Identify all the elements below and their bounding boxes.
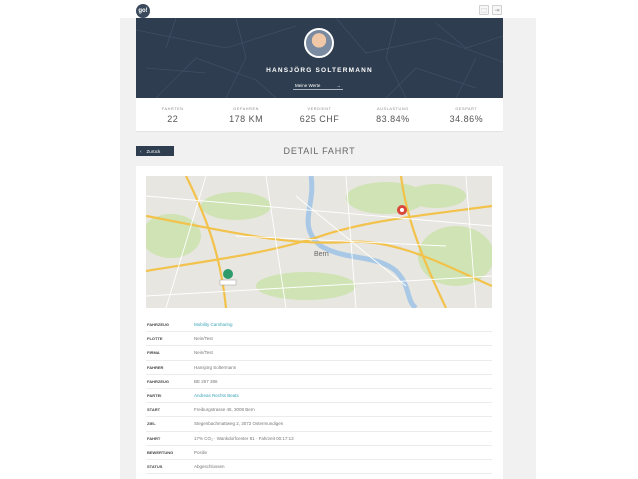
detail-key: Partei <box>147 393 162 399</box>
profile-header: HANSJÖRG SOLTERMANN Meine Werte → <box>136 18 503 98</box>
detail-key: Bewertung <box>147 449 174 455</box>
detail-key: Ziel <box>147 421 156 427</box>
detail-key: Fahrer <box>147 364 164 370</box>
detail-value: Nein/Test <box>194 350 213 356</box>
stat-label: Gefahren <box>233 107 259 111</box>
detail-key: Start <box>147 407 161 413</box>
detail-value: 17% CO₂ · Wankdorfcenter 81 · Fahrzeit 0… <box>194 435 294 441</box>
stat-saved: Gespart 34.86% <box>430 98 503 131</box>
stat-label: Fahrten <box>161 107 184 111</box>
stat-value: 22 <box>167 114 179 124</box>
stat-distance: Gefahren 178 KM <box>209 98 282 131</box>
stat-value: 625 CHF <box>299 114 340 124</box>
detail-value: Freiburgstrasse 45, 3008 Bern <box>194 407 255 413</box>
values-select-label: Meine Werte <box>295 82 321 88</box>
detail-value-link[interactable]: Andreas Rechts Beats <box>194 393 239 398</box>
ride-detail-table: Fahrzeug Mobility Carsharing Flotte Nein… <box>146 318 492 475</box>
map-canvas: Bern <box>146 176 492 308</box>
detail-row-fleet: Flotte Nein/Test <box>146 332 492 347</box>
detail-row-company: Firma Nein/Test <box>146 346 492 361</box>
chevron-right-icon: → <box>336 82 342 88</box>
stat-label: Auslastung <box>377 107 409 111</box>
detail-value: BE 257 386 <box>194 378 218 384</box>
detail-value: Hansjörg Soltermann <box>194 364 237 370</box>
detail-value: Nein/Test <box>194 336 213 342</box>
stat-value: 83.84% <box>376 114 410 124</box>
detail-row-destination: Ziel Stegenbachmattweg 2, 3072 Ostermund… <box>146 417 492 432</box>
detail-value: Stegenbachmattweg 2, 3072 Ostermundigen <box>194 421 284 427</box>
map-city-label: Bern <box>314 251 329 258</box>
detail-key: Flotte <box>147 336 163 342</box>
detail-key: Status <box>147 463 163 469</box>
values-select[interactable]: Meine Werte → <box>293 81 343 90</box>
stat-label: Verdient <box>307 107 332 111</box>
detail-key: Fahrzeug <box>147 322 169 328</box>
detail-row-plate: Fahrzeug BE 257 386 <box>146 375 492 389</box>
stat-value: 178 KM <box>229 114 264 124</box>
stat-value: 34.86% <box>449 114 484 124</box>
route-map[interactable]: Bern <box>146 176 492 308</box>
logout-icon[interactable]: ⇥ <box>492 5 502 15</box>
detail-row-rating: Bewertung Positiv <box>146 446 492 460</box>
stat-occupancy: Auslastung 83.84% <box>356 98 429 131</box>
route-end-pin[interactable] <box>397 205 407 215</box>
detail-value: Abgeschlossen <box>194 463 225 469</box>
stat-rides: Fahrten 22 <box>136 98 209 131</box>
stat-label: Gespart <box>455 107 478 111</box>
detail-key: Fahrt <box>147 435 161 441</box>
detail-value: Positiv <box>194 449 208 455</box>
detail-row-trip: Fahrt 17% CO₂ · Wankdorfcenter 81 · Fahr… <box>146 432 492 446</box>
detail-row-status: Status Abgeschlossen <box>146 460 492 475</box>
app-logo[interactable]: go! <box>136 4 150 18</box>
profile-name: HANSJÖRG SOLTERMANN <box>266 67 373 74</box>
stat-earned: Verdient 625 CHF <box>283 98 356 131</box>
detail-row-driver: Fahrer Hansjörg Soltermann <box>146 361 492 375</box>
detail-value-link[interactable]: Mobility Carsharing <box>194 322 233 327</box>
window-button-expand[interactable]: ⬚ <box>479 5 489 15</box>
page-title: DETAIL FAHRT <box>283 146 356 156</box>
detail-row-party: Partei Andreas Rechts Beats <box>146 389 492 404</box>
detail-key: Firma <box>147 350 160 356</box>
detail-row-start: Start Freiburgstrasse 45, 3008 Bern <box>146 403 492 418</box>
detail-row-vehicle-type: Fahrzeug Mobility Carsharing <box>146 318 492 333</box>
avatar <box>304 28 334 58</box>
detail-key: Fahrzeug <box>147 378 169 384</box>
stats-bar: Fahrten 22 Gefahren 178 KM Verdient 625 … <box>136 98 503 132</box>
